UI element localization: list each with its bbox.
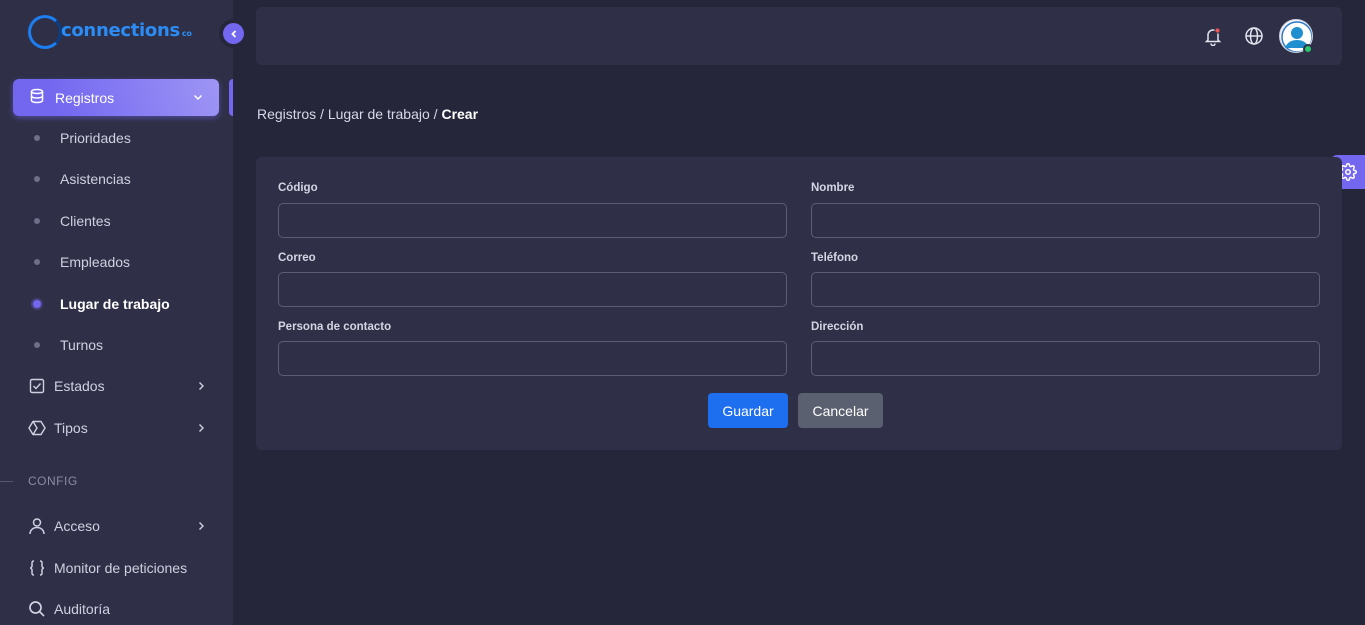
sidebar-item-clientes[interactable]: Clientes — [30, 211, 111, 231]
search-icon — [28, 600, 46, 618]
bullet-icon — [34, 135, 40, 141]
sidebar-item-label: Asistencias — [60, 171, 131, 187]
bullet-icon — [34, 259, 40, 265]
checkbox-icon — [28, 377, 46, 395]
nombre-input[interactable] — [811, 203, 1320, 238]
chevron-right-icon — [194, 379, 208, 396]
breadcrumb-registros[interactable]: Registros — [257, 106, 316, 122]
sidebar-item-turnos[interactable]: Turnos — [30, 335, 103, 355]
persona-de-contacto-label: Persona de contacto — [278, 321, 392, 333]
chevron-left-icon — [230, 29, 236, 38]
codigo-input[interactable] — [278, 203, 787, 238]
save-button[interactable]: Guardar — [708, 393, 788, 428]
online-status-badge — [1303, 44, 1313, 54]
sidebar-group-estados[interactable]: Estados — [28, 375, 208, 397]
braces-icon — [28, 559, 46, 577]
codigo-label: Código — [278, 182, 318, 194]
breadcrumb-lugar-de-trabajo[interactable]: Lugar de trabajo — [328, 106, 430, 122]
direccion-label: Dirección — [811, 321, 864, 333]
hexagon-icon — [28, 419, 46, 437]
persona-de-contacto-input[interactable] — [278, 341, 787, 376]
bullet-icon — [34, 218, 40, 224]
sidebar-item-label: Auditoría — [54, 601, 111, 617]
sidebar-item-label: Monitor de peticiones — [54, 560, 188, 576]
sidebar-item-auditoria[interactable]: Auditoría — [28, 598, 208, 620]
sidebar-item-label: Clientes — [60, 213, 111, 229]
sidebar-group-registros[interactable]: Registros — [13, 79, 219, 116]
direccion-input[interactable] — [811, 341, 1320, 376]
sidebar-group-label: Estados — [54, 378, 105, 394]
sidebar-group-acceso[interactable]: Acceso — [28, 515, 208, 537]
sidebar-group-label: Acceso — [54, 518, 100, 534]
notification-bell-icon[interactable] — [1203, 26, 1223, 47]
brand-name: connections co — [61, 20, 192, 41]
database-icon — [29, 88, 45, 107]
sidebar-group-tipos[interactable]: Tipos — [28, 417, 208, 439]
sidebar-item-label: Prioridades — [60, 130, 131, 146]
breadcrumb-current: Crear — [441, 106, 479, 122]
logo-ring-icon — [28, 15, 62, 49]
sidebar-item-empleados[interactable]: Empleados — [30, 252, 130, 272]
top-navbar — [256, 7, 1342, 65]
sidebar-item-prioridades[interactable]: Prioridades — [30, 128, 131, 148]
sidebar-group-label: Registros — [55, 89, 115, 106]
correo-label: Correo — [278, 252, 316, 264]
sidebar-collapse-button[interactable] — [223, 23, 244, 44]
sidebar-item-label: Empleados — [60, 254, 131, 270]
bullet-active-icon — [33, 300, 41, 308]
globe-icon[interactable] — [1244, 26, 1264, 46]
sidebar-item-monitor-de-peticiones[interactable]: Monitor de peticiones — [28, 557, 208, 579]
telefono-label: Teléfono — [811, 252, 859, 264]
chevron-right-icon — [194, 519, 208, 536]
sidebar-item-label: Lugar de trabajo — [60, 296, 170, 312]
section-header-config: CONFIG — [0, 474, 233, 488]
breadcrumb-separator: / — [316, 106, 328, 122]
correo-input[interactable] — [278, 272, 787, 307]
sidebar-item-asistencias[interactable]: Asistencias — [30, 169, 131, 189]
breadcrumb-separator: / — [429, 106, 442, 122]
sidebar-item-label: Turnos — [60, 337, 104, 353]
nombre-label: Nombre — [811, 182, 855, 194]
sidebar-group-label: Tipos — [54, 420, 88, 436]
user-icon — [28, 517, 46, 535]
section-header-label: CONFIG — [28, 474, 78, 488]
chevron-right-icon — [194, 421, 208, 438]
chevron-down-icon — [191, 90, 205, 107]
breadcrumb: Registros / Lugar de trabajo / Crear — [257, 106, 478, 122]
bullet-icon — [34, 342, 40, 348]
form-card: Código Nombre Correo Teléfono Persona de… — [256, 157, 1342, 450]
active-rail — [229, 79, 233, 116]
telefono-input[interactable] — [811, 272, 1320, 307]
brand-logo[interactable]: connections co — [28, 14, 192, 50]
bullet-icon — [34, 176, 40, 182]
cancel-button[interactable]: Cancelar — [798, 393, 883, 428]
sidebar-item-lugar-de-trabajo[interactable]: Lugar de trabajo — [30, 294, 170, 314]
section-divider — [0, 481, 13, 482]
